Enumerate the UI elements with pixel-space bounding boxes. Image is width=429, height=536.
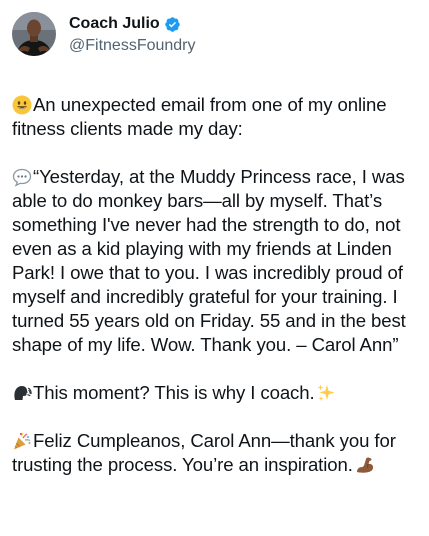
party-popper-icon [12, 431, 32, 451]
tweet-paragraph-quote: “Yesterday, at the Muddy Princess race, … [12, 165, 422, 357]
author-display-name[interactable]: Coach Julio [69, 15, 160, 33]
author-handle[interactable]: @FitnessFoundry [69, 36, 196, 56]
avatar[interactable] [12, 12, 56, 56]
tweet-paragraph-intro: An unexpected email from one of my onlin… [12, 93, 422, 141]
tweet-paragraph-birthday: Feliz Cumpleanos, Carol Ann—thank you fo… [12, 429, 422, 477]
sparkles-icon [316, 383, 336, 403]
tweet-paragraph-quote-text: “Yesterday, at the Muddy Princess race, … [12, 166, 406, 355]
author-info[interactable]: Coach Julio @FitnessFoundry [69, 14, 196, 56]
tweet-paragraph-intro-text: An unexpected email from one of my onlin… [12, 94, 387, 139]
tweet-paragraph-coach-text: This moment? This is why I coach. [33, 382, 315, 403]
flexed-biceps-icon [355, 455, 375, 475]
speaking-head-icon [12, 383, 32, 403]
speech-balloon-icon [12, 167, 32, 187]
tweet-body: An unexpected email from one of my onlin… [12, 93, 422, 477]
smiling-face-icon [12, 95, 32, 115]
verified-badge-icon [164, 16, 181, 33]
tweet-paragraph-birthday-text: Feliz Cumpleanos, Carol Ann—thank you fo… [12, 430, 396, 475]
tweet-header: Coach Julio @FitnessFoundry [12, 12, 196, 56]
tweet-paragraph-coach: This moment? This is why I coach. [12, 381, 422, 405]
